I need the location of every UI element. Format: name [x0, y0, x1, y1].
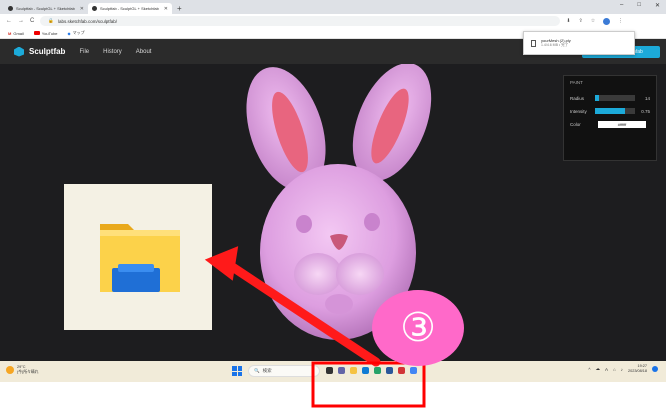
intensity-value: 0.75 [641, 108, 650, 114]
radius-slider-fill [595, 95, 600, 101]
radius-value: 14 [644, 95, 650, 101]
file-explorer-icon[interactable] [350, 367, 357, 374]
back-arrow-icon[interactable]: ← [6, 18, 12, 24]
panel-title: PAINT [570, 80, 583, 85]
left-cheek [294, 253, 342, 295]
address-bar-icons: ⬇ ⇪ ☆ ⋮ [566, 17, 623, 25]
profile-avatar[interactable] [603, 17, 611, 25]
onedrive-icon[interactable]: ☁ [596, 366, 601, 372]
intensity-slider[interactable] [595, 108, 636, 114]
gmail-icon: M [8, 30, 12, 36]
sketchfab-favicon-icon [8, 6, 13, 11]
maps-icon: ◆ [67, 30, 71, 36]
taskbar-pinned-apps [326, 367, 417, 374]
close-tab-icon[interactable]: ✕ [164, 6, 168, 12]
forward-arrow-icon[interactable]: → [18, 18, 24, 24]
close-tab-icon[interactable]: ✕ [80, 6, 84, 12]
bookmark-youtube[interactable]: YouTube [33, 30, 58, 36]
start-button[interactable] [232, 366, 242, 376]
folder-icon [100, 224, 180, 292]
reload-icon[interactable]: C [30, 18, 34, 24]
input-language[interactable]: A [605, 367, 608, 372]
bookmark-maps[interactable]: ◆ マップ [68, 30, 85, 36]
system-tray: ^ ☁ A ⌂ ♪ 19:27 2023/08/18 [588, 364, 658, 374]
download-status: 1.4/4.6 MB • 完了 [541, 43, 569, 47]
store-icon[interactable] [386, 367, 393, 374]
bookmark-label: YouTube [41, 30, 58, 36]
volume-icon[interactable]: ♪ [621, 367, 623, 372]
youtube-icon [33, 31, 40, 35]
search-placeholder: 検索 [262, 368, 272, 373]
url-text: labs.sketchfab.com/sculptfab/ [57, 18, 117, 24]
color-label: Color [570, 121, 581, 127]
menu-dots-icon[interactable]: ⋮ [618, 18, 623, 24]
chrome-icon[interactable] [374, 367, 381, 374]
lock-icon: 🔒 [48, 18, 54, 23]
clock-date: 2023/08/18 [627, 369, 647, 373]
weather-desc: (今)所々晴れ [17, 370, 39, 374]
bookmark-label: Gmail [13, 30, 24, 36]
browser-tab-bar: Sculptfab - SculptGL + Sketchfab ✕ Sculp… [0, 0, 666, 14]
screenshot-root: Sculptfab - SculptGL + Sketchfab ✕ Sculp… [0, 0, 666, 412]
google-chrome-icon[interactable] [410, 367, 417, 374]
bookmark-gmail[interactable]: M Gmail [8, 31, 24, 36]
url-field[interactable]: 🔒 labs.sketchfab.com/sculptfab/ [40, 16, 561, 26]
menu-about[interactable]: About [136, 49, 152, 55]
annotation-step-number: ③ [400, 305, 436, 351]
right-eye [364, 213, 380, 231]
sketchfab-favicon-icon [92, 6, 97, 11]
clock[interactable]: 19:27 2023/08/18 [628, 364, 647, 374]
search-icon: 🔍 [254, 368, 260, 373]
browser-tab[interactable]: Sculptfab - SculptGL + Sketchfab ✕ [4, 3, 88, 14]
file-icon [531, 39, 536, 47]
paint-tool-panel: PAINT Radius 14 Intensity 0.75 Color #ff… [563, 75, 657, 161]
app-icon[interactable] [398, 367, 405, 374]
chat-icon[interactable] [338, 367, 345, 374]
menu-history[interactable]: History [103, 49, 122, 55]
star-icon[interactable]: ☆ [591, 18, 595, 24]
chevron-up-icon[interactable]: ^ [588, 367, 590, 372]
task-view-icon[interactable] [326, 367, 333, 374]
intensity-slider-fill [595, 108, 626, 114]
intensity-label: Intensity [570, 108, 587, 114]
maximize-button[interactable]: □ [637, 2, 641, 9]
color-row: Color #ffffff [570, 119, 650, 129]
mouth [325, 294, 353, 314]
tab-title: Sculptfab - SculptGL + Sketchfab [100, 6, 159, 11]
minimize-button[interactable]: – [620, 2, 623, 9]
weather-icon [6, 366, 14, 374]
download-popup[interactable]: yourMesh (2).ply 1.4/4.6 MB • 完了 [523, 31, 635, 55]
address-bar-row: ← → C 🔒 labs.sketchfab.com/sculptfab/ ⬇ … [0, 14, 666, 28]
color-picker[interactable]: #ffffff [598, 120, 646, 128]
windows-taskbar: 29°C (今)所々晴れ 🔍 検索 ^ ☁ A ⌂ ♪ 19:27 2023/0… [0, 361, 666, 382]
browser-tab-active[interactable]: Sculptfab - SculptGL + Sketchfab ✕ [88, 3, 172, 14]
app-brand: Sculptfab [29, 47, 66, 56]
taskbar-search[interactable]: 🔍 検索 [248, 365, 320, 377]
network-icon[interactable]: ⌂ [613, 367, 616, 372]
intensity-row: Intensity 0.75 [570, 106, 650, 116]
window-controls: – □ ✕ [620, 2, 660, 9]
download-icon[interactable]: ⬇ [566, 18, 570, 24]
app-logo[interactable]: Sculptfab [14, 46, 66, 57]
right-cheek [336, 253, 384, 295]
radius-row: Radius 14 [570, 93, 650, 103]
left-eye [296, 215, 312, 233]
menu-file[interactable]: File [79, 49, 89, 55]
tab-title: Sculptfab - SculptGL + Sketchfab [16, 6, 75, 11]
radius-slider[interactable] [595, 95, 636, 101]
zoomed-folder-callout [64, 184, 212, 330]
close-window-button[interactable]: ✕ [655, 2, 660, 9]
radius-label: Radius [570, 95, 585, 101]
sketchfab-logo-icon [14, 46, 24, 57]
edge-icon[interactable] [362, 367, 369, 374]
weather-widget[interactable]: 29°C (今)所々晴れ [6, 365, 39, 375]
share-icon[interactable]: ⇪ [579, 18, 583, 24]
bookmark-label: マップ [72, 30, 85, 35]
new-tab-button[interactable]: + [172, 3, 187, 14]
notification-icon[interactable] [652, 366, 658, 372]
